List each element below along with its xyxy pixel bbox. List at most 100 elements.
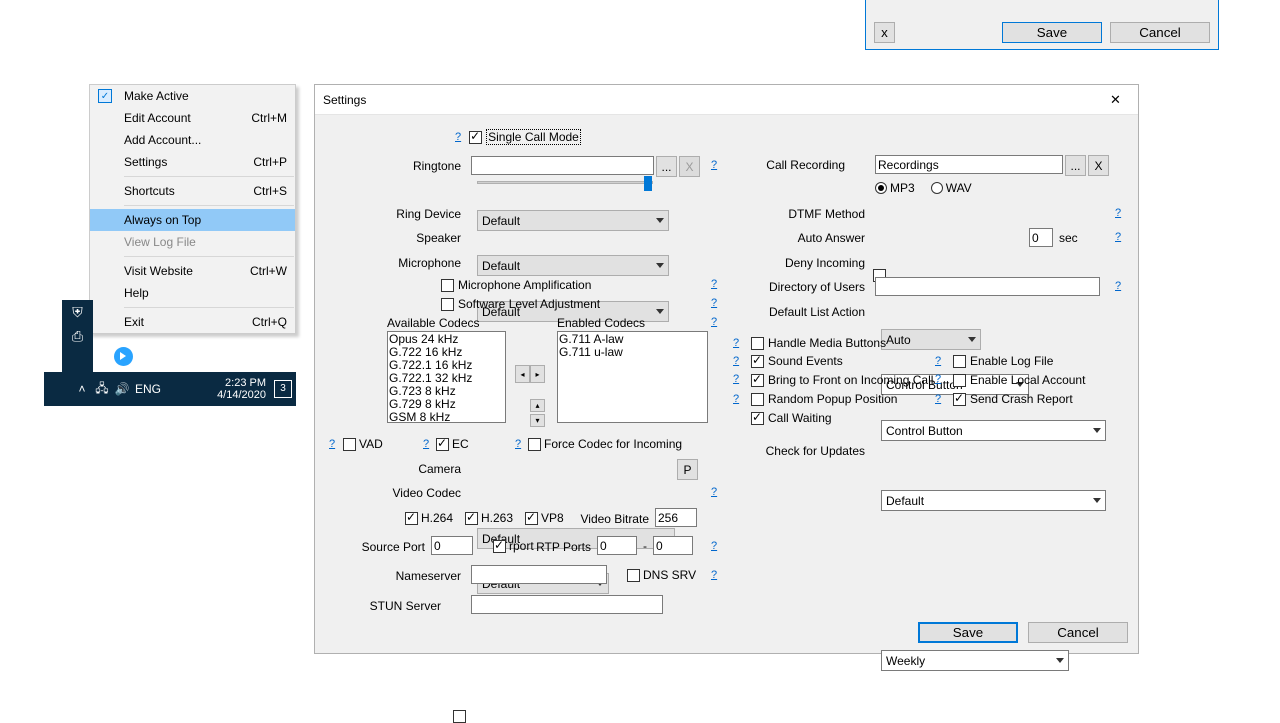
auto-answer-seconds-input[interactable] bbox=[1029, 228, 1053, 247]
sound-events-checkbox[interactable] bbox=[751, 355, 764, 368]
move-left-button[interactable]: ◂ bbox=[515, 365, 530, 383]
help-link[interactable]: ? bbox=[329, 438, 335, 450]
video-bitrate-input[interactable] bbox=[655, 508, 697, 527]
help-link[interactable]: ? bbox=[711, 540, 717, 552]
help-link[interactable]: ? bbox=[711, 159, 717, 171]
help-link[interactable]: ? bbox=[733, 355, 739, 367]
help-link[interactable]: ? bbox=[711, 569, 717, 581]
help-link[interactable]: ? bbox=[711, 278, 717, 290]
mic-amplification-checkbox[interactable] bbox=[441, 279, 454, 292]
codec-item[interactable]: G.711 u-law bbox=[559, 346, 706, 359]
enable-local-account-checkbox[interactable] bbox=[953, 374, 966, 387]
call-recording-clear-button[interactable]: X bbox=[1088, 155, 1109, 176]
ringtone-input[interactable] bbox=[471, 156, 654, 175]
menu-make-active[interactable]: ✓ Make Active bbox=[90, 85, 295, 107]
h263-checkbox[interactable] bbox=[465, 512, 478, 525]
dtmf-select[interactable]: Auto bbox=[881, 329, 981, 350]
menu-shortcuts[interactable]: Shortcuts Ctrl+S bbox=[90, 180, 295, 202]
stun-input[interactable] bbox=[471, 595, 663, 614]
vp8-checkbox[interactable] bbox=[525, 512, 538, 525]
mini-cancel-button[interactable]: Cancel bbox=[1110, 22, 1210, 43]
move-down-button[interactable]: ▾ bbox=[530, 414, 545, 427]
help-link[interactable]: ? bbox=[711, 297, 717, 309]
camera-preview-button[interactable]: P bbox=[677, 459, 698, 480]
available-codecs-label: Available Codecs bbox=[387, 316, 480, 330]
rtp-port-to-input[interactable] bbox=[653, 536, 693, 555]
help-link[interactable]: ? bbox=[733, 337, 739, 349]
sw-level-checkbox[interactable] bbox=[441, 298, 454, 311]
close-icon[interactable]: ✕ bbox=[1093, 85, 1138, 115]
help-link[interactable]: ? bbox=[733, 393, 739, 405]
send-crash-checkbox[interactable] bbox=[953, 393, 966, 406]
codec-item[interactable]: GSM 8 kHz bbox=[389, 411, 504, 423]
move-right-button[interactable]: ▸ bbox=[530, 365, 545, 383]
ringtone-clear-button[interactable]: X bbox=[679, 156, 700, 177]
clock[interactable]: 2:23 PM 4/14/2020 bbox=[217, 377, 270, 401]
stun-checkbox[interactable] bbox=[453, 710, 466, 723]
default-list-action-select[interactable]: Default bbox=[881, 490, 1106, 511]
action-center-icon[interactable]: 3 bbox=[274, 380, 292, 398]
ec-checkbox[interactable] bbox=[436, 438, 449, 451]
mini-save-button[interactable]: Save bbox=[1002, 22, 1102, 43]
speaker-icon[interactable]: 🔊 bbox=[112, 382, 132, 396]
menu-settings[interactable]: Settings Ctrl+P bbox=[90, 151, 295, 173]
random-popup-checkbox[interactable] bbox=[751, 393, 764, 406]
cancel-button[interactable]: Cancel bbox=[1028, 622, 1128, 643]
help-link[interactable]: ? bbox=[711, 486, 717, 498]
help-link[interactable]: ? bbox=[1115, 231, 1121, 243]
app-tray-icon[interactable] bbox=[106, 341, 140, 372]
save-button[interactable]: Save bbox=[918, 622, 1018, 643]
menu-always-on-top[interactable]: Always on Top bbox=[90, 209, 295, 231]
help-link[interactable]: ? bbox=[423, 438, 429, 450]
help-link[interactable]: ? bbox=[515, 438, 521, 450]
help-link[interactable]: ? bbox=[935, 393, 941, 405]
ringtone-volume-slider[interactable] bbox=[477, 181, 653, 184]
dns-srv-checkbox[interactable] bbox=[627, 569, 640, 582]
usb-icon[interactable]: ⎙ bbox=[62, 324, 93, 348]
enable-log-checkbox[interactable] bbox=[953, 355, 966, 368]
help-link[interactable]: ? bbox=[1115, 280, 1121, 292]
deny-incoming-select[interactable]: Control Button bbox=[881, 420, 1106, 441]
h264-checkbox[interactable] bbox=[405, 512, 418, 525]
vad-checkbox[interactable] bbox=[343, 438, 356, 451]
source-port-input[interactable] bbox=[431, 536, 473, 555]
handle-media-checkbox[interactable] bbox=[751, 337, 764, 350]
menu-view-log-file[interactable]: View Log File bbox=[90, 231, 295, 253]
menu-edit-account[interactable]: Edit Account Ctrl+M bbox=[90, 107, 295, 129]
mini-x-button[interactable]: x bbox=[874, 22, 895, 43]
menu-exit[interactable]: Exit Ctrl+Q bbox=[90, 311, 295, 333]
help-link[interactable]: ? bbox=[935, 373, 941, 385]
move-up-button[interactable]: ▴ bbox=[530, 399, 545, 412]
enabled-codecs-list[interactable]: G.711 A-lawG.711 u-law bbox=[557, 331, 708, 423]
menu-visit-website[interactable]: Visit Website Ctrl+W bbox=[90, 260, 295, 282]
directory-of-users-input[interactable] bbox=[875, 277, 1100, 296]
help-link[interactable]: ? bbox=[733, 373, 739, 385]
help-link[interactable]: ? bbox=[455, 131, 461, 143]
settings-titlebar[interactable]: Settings ✕ bbox=[315, 85, 1138, 115]
call-waiting-checkbox[interactable] bbox=[751, 412, 764, 425]
defender-shield-icon[interactable]: ⛨ bbox=[62, 300, 93, 324]
force-codec-checkbox[interactable] bbox=[528, 438, 541, 451]
call-recording-path-input[interactable] bbox=[875, 155, 1063, 174]
single-call-mode-checkbox[interactable] bbox=[469, 131, 482, 144]
menu-add-account[interactable]: Add Account... bbox=[90, 129, 295, 151]
language-indicator[interactable]: ENG bbox=[132, 382, 164, 396]
tray-chevron-icon[interactable]: ˄ bbox=[72, 382, 92, 396]
speaker-select[interactable]: Default bbox=[477, 255, 669, 276]
network-icon[interactable]: 🖧 bbox=[92, 379, 112, 400]
wav-radio[interactable] bbox=[931, 182, 943, 194]
help-link[interactable]: ? bbox=[711, 316, 717, 328]
rport-checkbox[interactable] bbox=[493, 540, 506, 553]
bring-to-front-checkbox[interactable] bbox=[751, 374, 764, 387]
menu-help[interactable]: Help bbox=[90, 282, 295, 304]
call-recording-browse-button[interactable]: ... bbox=[1065, 155, 1086, 176]
help-link[interactable]: ? bbox=[935, 355, 941, 367]
ring-device-select[interactable]: Default bbox=[477, 210, 669, 231]
nameserver-input[interactable] bbox=[471, 565, 607, 584]
mp3-radio[interactable] bbox=[875, 182, 887, 194]
check-updates-select[interactable]: Weekly bbox=[881, 650, 1069, 671]
rtp-port-from-input[interactable] bbox=[597, 536, 637, 555]
ringtone-browse-button[interactable]: ... bbox=[656, 156, 677, 177]
help-link[interactable]: ? bbox=[1115, 207, 1121, 219]
available-codecs-list[interactable]: Opus 24 kHzG.722 16 kHzG.722.1 16 kHzG.7… bbox=[387, 331, 506, 423]
